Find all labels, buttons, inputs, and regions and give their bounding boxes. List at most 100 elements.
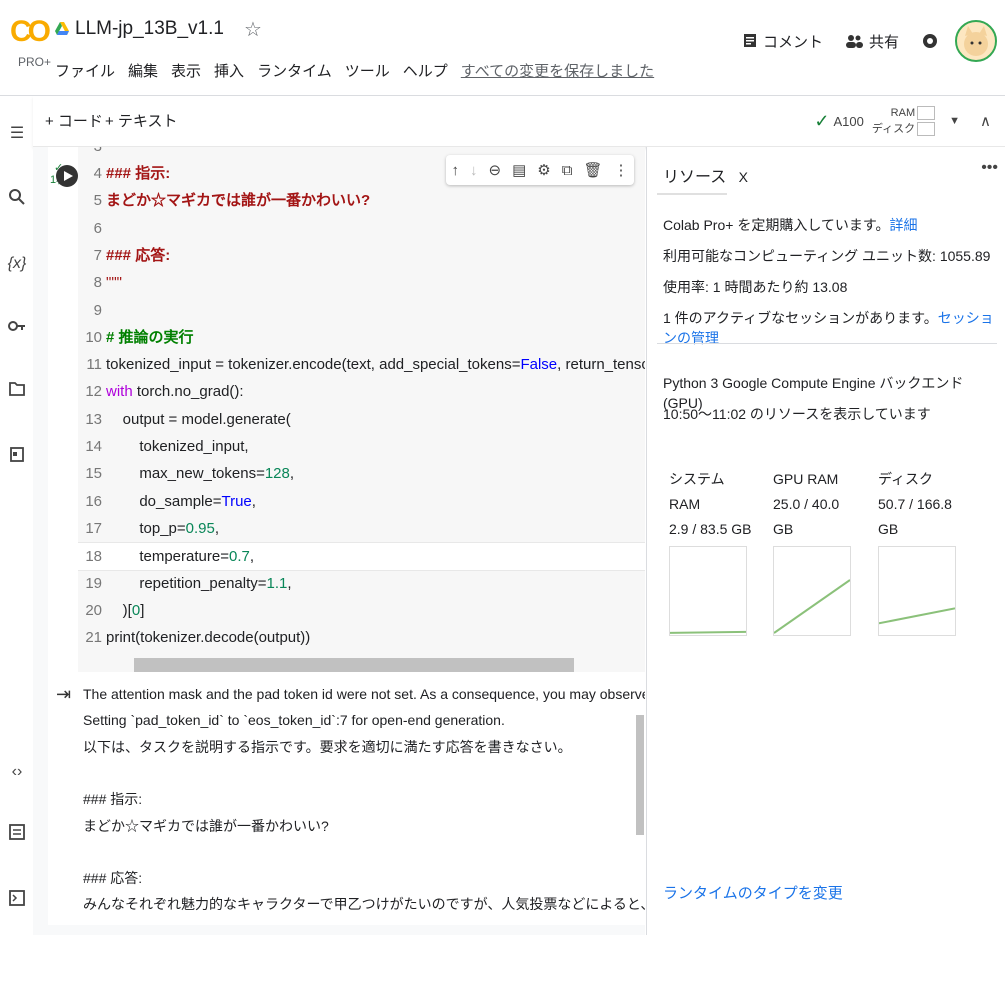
code-line: 15 max_new_tokens=128, [78, 460, 645, 487]
code-token: do_sample= [106, 492, 222, 510]
header-actions: コメント 共有 [743, 20, 1005, 62]
share-button[interactable]: 共有 [845, 31, 899, 52]
horizontal-scrollbar[interactable] [134, 658, 574, 672]
code-snippets-icon[interactable]: ‹› [7, 762, 27, 782]
usage-line [879, 607, 955, 625]
code-line: 5 まどか☆マギカでは誰が一番かわいい? [78, 187, 645, 214]
google-drive-icon [55, 22, 69, 35]
code-token: , [251, 492, 256, 510]
add-code-button[interactable]: + コード [45, 110, 103, 131]
accelerator-label: A100 [833, 113, 864, 129]
files-folder-icon[interactable] [7, 382, 27, 402]
menu-edit[interactable]: 編集 [128, 60, 158, 81]
mirror-cell-icon[interactable]: ⧉ [562, 162, 573, 179]
terminal-icon[interactable] [7, 890, 27, 910]
output-line: まどか☆マギカでは誰が一番かわいい? [83, 817, 329, 834]
move-down-icon[interactable]: ↓ [470, 162, 478, 179]
command-palette-icon[interactable] [7, 824, 27, 844]
menu-tools[interactable]: ツール [345, 60, 390, 81]
resources-tab[interactable]: リソース X [663, 163, 748, 187]
gauge-value: 50.7 / 166.8 GB [878, 496, 952, 537]
details-link[interactable]: 詳細 [890, 217, 918, 233]
menu-help[interactable]: ヘルプ [403, 60, 448, 81]
variables-icon[interactable]: {x} [7, 254, 27, 274]
menu-view[interactable]: 表示 [171, 60, 201, 81]
sessions-line: 1 件のアクティブなセッションがあります。セッションの管理 [663, 308, 1005, 348]
calendar-icon[interactable] [7, 446, 27, 466]
line-number: 11 [86, 356, 102, 374]
link-icon[interactable]: ⊖ [489, 161, 502, 179]
comment-icon [743, 34, 756, 47]
line-number: 5 [93, 192, 102, 210]
ram-label: RAM [890, 107, 916, 119]
change-runtime-type-link[interactable]: ランタイムのタイプを変更 [663, 882, 843, 903]
header: CO PRO+ LLM-jp_13B_v1.1 ☆ ファイル 編集 表示 挿入 … [0, 0, 1005, 96]
code-token: repetition_penalty= [106, 574, 267, 592]
delete-trash-icon[interactable]: 🗑 [583, 161, 602, 179]
collapse-chevron-up-icon[interactable]: ∧ [980, 112, 991, 130]
code-line: 6 [78, 215, 645, 242]
code-line: 12 with torch.no_grad(): [78, 378, 645, 405]
settings-gear-icon[interactable] [921, 32, 939, 50]
user-avatar[interactable] [955, 20, 997, 62]
code-token: , [287, 574, 292, 592]
subscription-text: Colab Pro+ を定期購入しています。 [663, 217, 890, 233]
line-number: 17 [85, 519, 102, 537]
runtime-dropdown-icon[interactable]: ▼ [949, 115, 960, 127]
system-ram-gauge: システム RAM 2.9 / 83.5 GB [669, 467, 759, 636]
output-vertical-scrollbar[interactable] [636, 715, 644, 835]
left-sidebar: ☰ {x} ‹› [0, 96, 34, 935]
menu-runtime[interactable]: ランタイム [257, 60, 332, 81]
output-line: The attention mask and the pad token id … [83, 686, 645, 702]
output-toggle-icon[interactable]: ⇥ [56, 684, 71, 705]
runtime-status[interactable]: ✓ A100 RAM ディスク ▼ ∧ [814, 96, 1005, 146]
add-text-button[interactable]: + テキスト [105, 110, 177, 131]
saved-status[interactable]: すべての変更を保存しました [461, 60, 654, 81]
secrets-key-icon[interactable] [7, 318, 27, 338]
more-vert-icon[interactable]: ⋮ [613, 161, 628, 179]
code-token: temperature= [106, 548, 229, 566]
close-icon[interactable]: X [739, 169, 748, 185]
comment-button[interactable]: コメント [743, 31, 823, 52]
code-line: 8 """ [78, 269, 645, 296]
share-people-icon [845, 35, 863, 48]
colab-logo[interactable]: CO [10, 15, 51, 49]
gauge-svg [670, 630, 746, 634]
move-up-icon[interactable]: ↑ [452, 162, 460, 179]
gauge-value: 25.0 / 40.0 GB [773, 496, 840, 537]
resources-title: リソース [663, 169, 727, 186]
code-token: , return_tensors= [557, 356, 645, 374]
disk-label: ディスク [871, 123, 916, 135]
comment-cell-icon[interactable]: ▤ [512, 161, 526, 179]
menu-insert[interactable]: 挿入 [214, 60, 244, 81]
code-editor[interactable]: 3 4### 指示:5まどか☆マギカでは誰が一番かわいい?67### 応答:8"… [78, 147, 645, 672]
star-icon[interactable]: ☆ [244, 17, 262, 42]
gauge-svg [879, 607, 955, 625]
comment-label: コメント [762, 33, 823, 51]
code-token: with [106, 383, 133, 401]
table-of-contents-icon[interactable]: ☰ [7, 124, 27, 144]
cell-settings-gear-icon[interactable]: ⚙ [537, 161, 550, 179]
line-number: 8 [93, 274, 102, 292]
menu-bar: ファイル 編集 表示 挿入 ランタイム ツール ヘルプ すべての変更を保存しまし… [55, 60, 654, 81]
code-token: , [214, 519, 220, 537]
code-token: )[ [106, 601, 132, 619]
search-icon[interactable] [7, 188, 27, 208]
more-horiz-icon[interactable]: ••• [981, 159, 998, 177]
code-token: ### 応答: [106, 246, 171, 264]
notebook-toolbar: + コード + テキスト ✓ A100 RAM ディスク ▼ ∧ [33, 96, 1005, 147]
code-token: 0.7 [228, 548, 250, 566]
logo-text: CO [10, 15, 51, 48]
notebook-title[interactable]: LLM-jp_13B_v1.1 [75, 18, 224, 40]
share-label: 共有 [868, 33, 899, 51]
gauge-svg [774, 579, 850, 634]
line-number: 15 [85, 465, 102, 483]
code-token: 0 [131, 601, 141, 619]
line-number: 20 [85, 601, 102, 619]
code-token: True [221, 492, 252, 510]
menu-file[interactable]: ファイル [55, 60, 115, 81]
colab-app: CO PRO+ LLM-jp_13B_v1.1 ☆ ファイル 編集 表示 挿入 … [0, 0, 1005, 935]
line-number: 14 [85, 438, 102, 455]
run-cell-button[interactable] [56, 165, 78, 187]
line-number: 4 [93, 165, 102, 182]
